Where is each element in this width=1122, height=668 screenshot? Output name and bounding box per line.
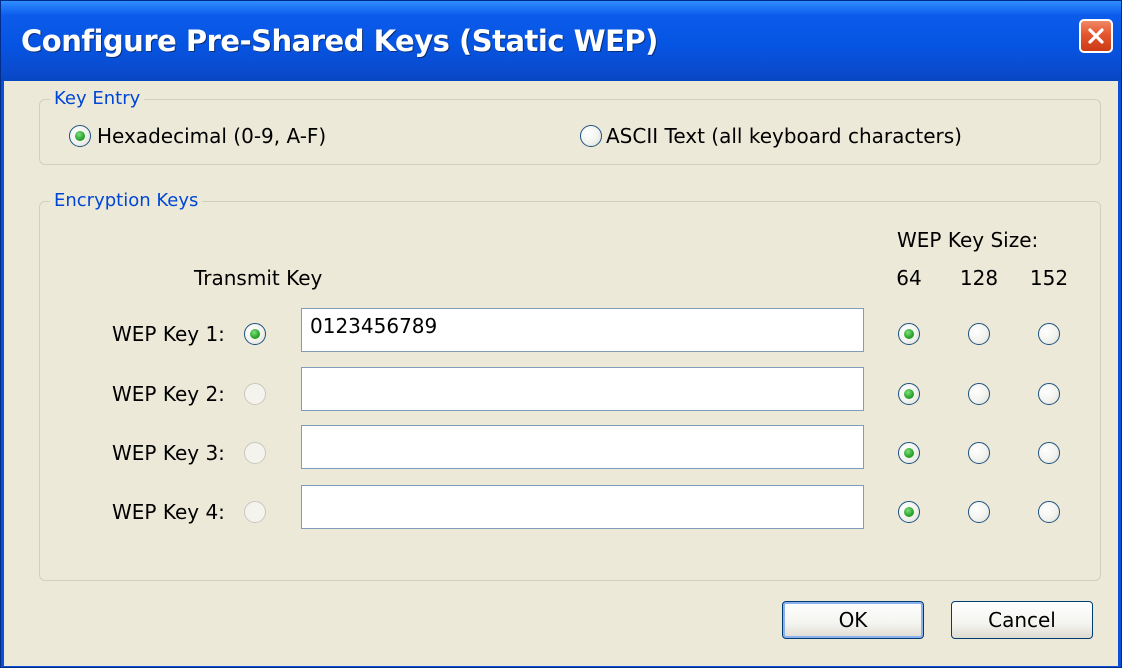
wep-key-3-size-152-radio[interactable] <box>1038 442 1060 464</box>
wep-key-1-transmit-radio[interactable] <box>244 323 266 345</box>
wep-key-size-label: WEP Key Size: <box>897 228 1039 252</box>
size-64-header: 64 <box>896 266 922 290</box>
wep-key-2-size-152-radio[interactable] <box>1038 383 1060 405</box>
hexadecimal-label[interactable]: Hexadecimal (0-9, A-F) <box>97 123 326 149</box>
transmit-key-label: Transmit Key <box>194 266 323 290</box>
dialog-window: Configure Pre-Shared Keys (Static WEP) K… <box>0 0 1122 668</box>
title-bar[interactable]: Configure Pre-Shared Keys (Static WEP) <box>1 1 1121 81</box>
wep-key-4-label: WEP Key 4: <box>112 500 225 524</box>
wep-key-1-label: WEP Key 1: <box>112 322 225 346</box>
wep-key-2-label: WEP Key 2: <box>112 382 225 406</box>
wep-key-2-transmit-radio[interactable] <box>244 383 266 405</box>
wep-key-4-transmit-radio[interactable] <box>244 501 266 523</box>
size-128-header: 128 <box>959 266 999 290</box>
window-title: Configure Pre-Shared Keys (Static WEP) <box>21 24 658 58</box>
wep-key-4-size-64-radio[interactable] <box>898 501 920 523</box>
hexadecimal-radio[interactable] <box>69 125 91 147</box>
wep-key-4-size-128-radio[interactable] <box>968 501 990 523</box>
dialog-body: Key Entry Hexadecimal (0-9, A-F) ASCII T… <box>4 81 1118 666</box>
close-button[interactable] <box>1079 19 1113 53</box>
wep-key-3-label: WEP Key 3: <box>112 441 225 465</box>
ascii-text-radio[interactable] <box>580 125 602 147</box>
wep-key-1-size-64-radio[interactable] <box>898 323 920 345</box>
wep-key-3-transmit-radio[interactable] <box>244 442 266 464</box>
size-152-header: 152 <box>1029 266 1069 290</box>
wep-key-1-size-128-radio[interactable] <box>968 323 990 345</box>
wep-key-3-input[interactable] <box>301 425 864 469</box>
encryption-keys-group-title: Encryption Keys <box>50 189 203 213</box>
wep-key-3-size-128-radio[interactable] <box>968 442 990 464</box>
wep-key-4-size-152-radio[interactable] <box>1038 501 1060 523</box>
close-x-icon <box>1088 28 1104 44</box>
wep-key-2-size-128-radio[interactable] <box>968 383 990 405</box>
ok-button[interactable]: OK <box>782 601 924 639</box>
ascii-text-label[interactable]: ASCII Text (all keyboard characters) <box>606 123 962 149</box>
wep-key-2-size-64-radio[interactable] <box>898 383 920 405</box>
key-entry-group-title: Key Entry <box>50 87 145 111</box>
wep-key-3-size-64-radio[interactable] <box>898 442 920 464</box>
wep-key-2-input[interactable] <box>301 367 864 411</box>
wep-key-1-size-152-radio[interactable] <box>1038 323 1060 345</box>
cancel-button[interactable]: Cancel <box>951 601 1093 639</box>
wep-key-4-input[interactable] <box>301 485 864 529</box>
wep-key-1-input[interactable]: 0123456789 <box>301 308 864 352</box>
